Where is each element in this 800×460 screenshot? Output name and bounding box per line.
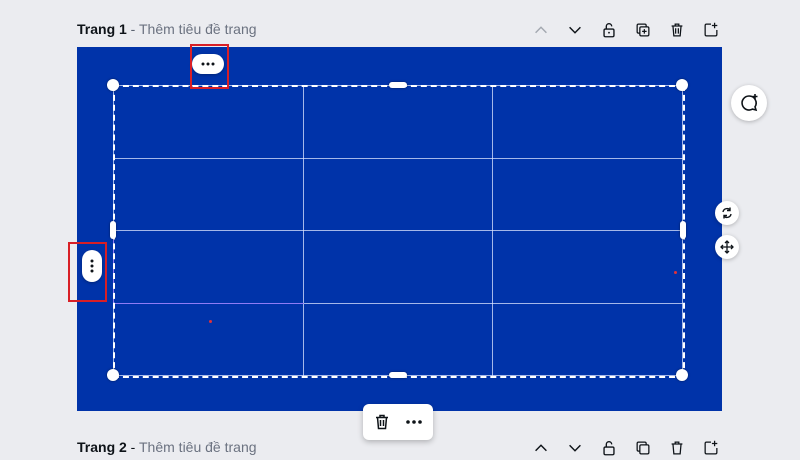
page-toolbar (520, 18, 724, 42)
chevron-up-icon (535, 444, 547, 452)
page-title: Trang 1 (77, 21, 127, 37)
table-cell[interactable] (302, 230, 494, 304)
move-page-down-button[interactable] (562, 18, 588, 42)
chevron-down-icon (569, 444, 581, 452)
page-title-separator: - (126, 21, 139, 37)
chevron-down-icon (569, 26, 581, 34)
table-cell[interactable] (492, 230, 683, 304)
chevron-up-icon (535, 26, 547, 34)
lock-page-button[interactable] (596, 18, 622, 42)
table-cell[interactable] (302, 302, 494, 376)
add-page-button[interactable] (698, 18, 724, 42)
resize-handle-left[interactable] (110, 221, 116, 239)
table-cell[interactable] (113, 157, 304, 231)
more-options-button[interactable] (401, 409, 427, 435)
floating-toolbar (363, 404, 433, 440)
delete-page-button[interactable] (664, 18, 690, 42)
page2-header: Trang 2 - Thêm tiêu đề trang (77, 439, 257, 455)
unlock-icon (603, 441, 615, 456)
delete-element-button[interactable] (369, 409, 395, 435)
delete-page-button[interactable] (664, 436, 690, 460)
move-page-up-button[interactable] (528, 436, 554, 460)
lock-page-button[interactable] (596, 436, 622, 460)
highlight-box-row-options (68, 242, 107, 302)
duplicate-page-icon (636, 23, 650, 37)
trash-icon (671, 23, 683, 37)
add-page-icon (704, 22, 718, 37)
rotate-icon (722, 207, 732, 219)
resize-handle-top-right[interactable] (676, 79, 688, 91)
add-page-button[interactable] (698, 436, 724, 460)
more-options-icon (406, 420, 422, 424)
move-icon (720, 240, 734, 254)
table-cell[interactable] (113, 230, 304, 304)
resize-handle-right[interactable] (680, 221, 686, 239)
duplicate-page-button[interactable] (630, 18, 656, 42)
table-cell[interactable] (492, 302, 683, 376)
unlock-icon (603, 23, 615, 38)
page-header: Trang 1 - Thêm tiêu đề trang (77, 21, 257, 37)
resize-handle-top[interactable] (389, 82, 407, 88)
table-grid[interactable] (113, 85, 683, 376)
table-cell[interactable] (492, 85, 683, 159)
table-cell[interactable] (492, 157, 683, 231)
page2-toolbar (520, 436, 724, 460)
duplicate-page-icon (636, 441, 650, 455)
move-button[interactable] (715, 235, 739, 259)
add-page-icon (704, 440, 718, 455)
move-page-up-button[interactable] (528, 18, 554, 42)
resize-handle-bottom-right[interactable] (676, 369, 688, 381)
add-comment-icon (741, 94, 758, 112)
resize-handle-top-left[interactable] (107, 79, 119, 91)
rotate-button[interactable] (715, 201, 739, 225)
highlight-box-column-options (190, 44, 229, 89)
table-cell[interactable] (113, 85, 304, 159)
resize-handle-bottom-left[interactable] (107, 369, 119, 381)
red-dot-marker (209, 320, 212, 323)
table-cell[interactable] (113, 302, 304, 376)
trash-icon (376, 414, 388, 430)
move-page-down-button[interactable] (562, 436, 588, 460)
table-cell[interactable] (302, 157, 494, 231)
duplicate-page-button[interactable] (630, 436, 656, 460)
page2-title: Trang 2 (77, 439, 127, 455)
trash-icon (671, 441, 683, 455)
resize-handle-bottom[interactable] (389, 372, 407, 378)
page2-subtitle-input[interactable]: Thêm tiêu đề trang (139, 439, 257, 455)
page-subtitle-input[interactable]: Thêm tiêu đề trang (139, 21, 257, 37)
add-comment-button[interactable] (731, 85, 767, 121)
table-cell[interactable] (302, 85, 494, 159)
red-dot-marker (674, 271, 677, 274)
page2-title-separator: - (126, 439, 139, 455)
table-element[interactable] (113, 85, 683, 376)
